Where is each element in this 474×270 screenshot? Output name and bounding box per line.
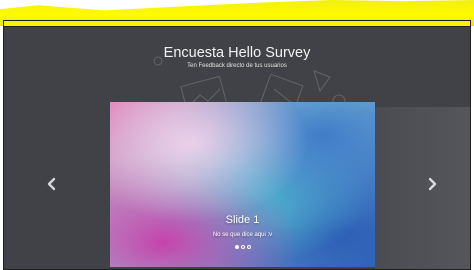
carousel-indicators [110, 245, 375, 249]
chevron-left-icon [47, 177, 56, 191]
carousel-indicator-1[interactable] [234, 245, 239, 249]
slide-text: No se que dice aqui :v [212, 232, 273, 238]
carousel-next-button[interactable] [424, 176, 440, 192]
page-title: Encuesta Hello Survey [163, 45, 311, 61]
next-slide-preview [375, 107, 470, 269]
carousel-prev-button[interactable] [44, 176, 60, 192]
viewport-top-bar [4, 21, 470, 27]
browser-viewport: Encuesta Hello Survey Ten Feedback direc… [3, 20, 471, 270]
carousel: Slide 1 No se que dice aqui :v [110, 102, 375, 267]
carousel-indicator-3[interactable] [246, 245, 251, 249]
carousel-indicator-2[interactable] [240, 245, 245, 249]
slide-caption: Slide 1 [225, 214, 260, 226]
page-subtitle: Ten Feedback directo de tus usuarios [187, 63, 287, 69]
chevron-right-icon [428, 177, 437, 191]
